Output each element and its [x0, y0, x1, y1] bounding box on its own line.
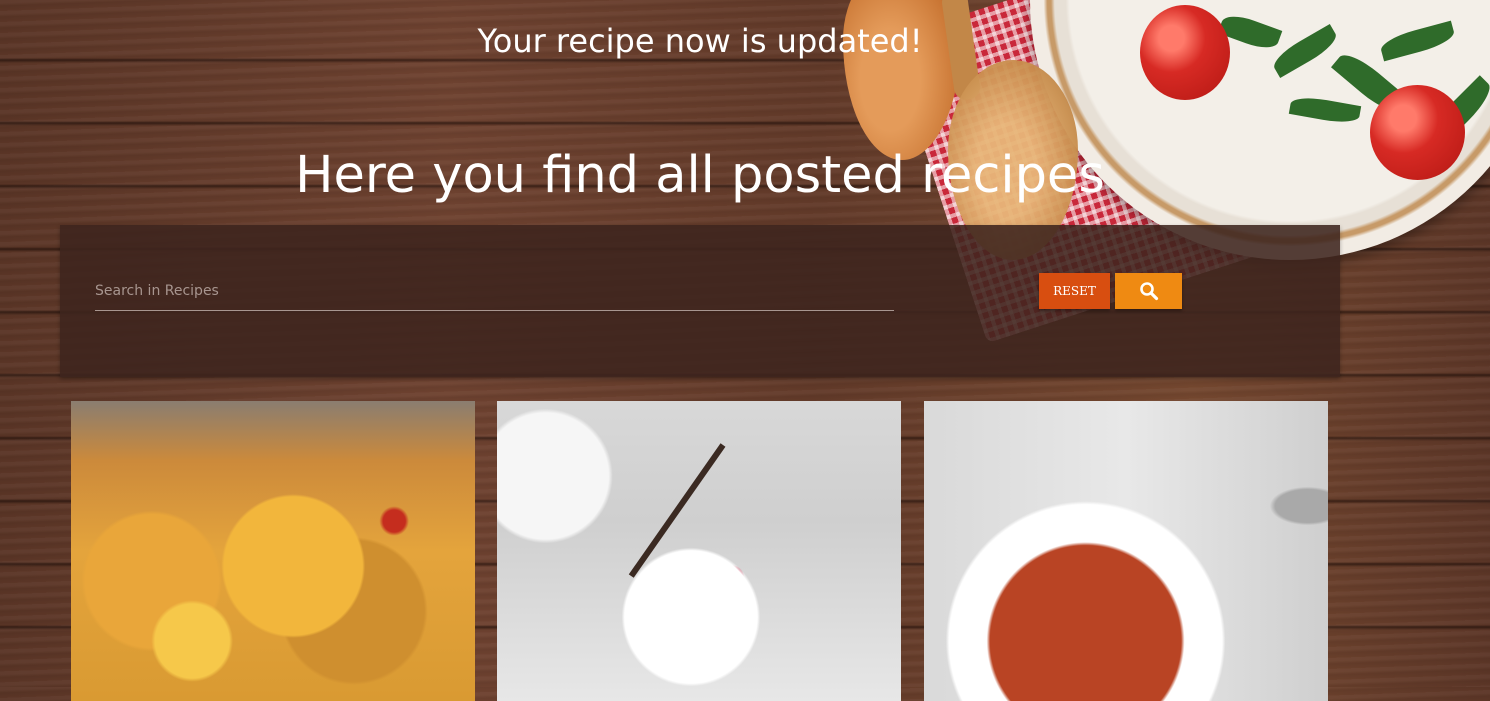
- search-input[interactable]: [95, 272, 894, 310]
- search-field: [95, 272, 894, 311]
- recipe-card-image[interactable]: [71, 401, 475, 701]
- reset-button[interactable]: RESET: [1039, 273, 1110, 309]
- page-title: Here you find all posted recipes: [295, 146, 1105, 205]
- search-button[interactable]: [1115, 273, 1182, 309]
- search-icon: [1139, 281, 1159, 301]
- update-notice: Your recipe now is updated!: [477, 22, 923, 60]
- search-panel: RESET: [60, 225, 1340, 377]
- recipe-card-image[interactable]: [497, 401, 901, 701]
- recipe-card-image[interactable]: [924, 401, 1328, 701]
